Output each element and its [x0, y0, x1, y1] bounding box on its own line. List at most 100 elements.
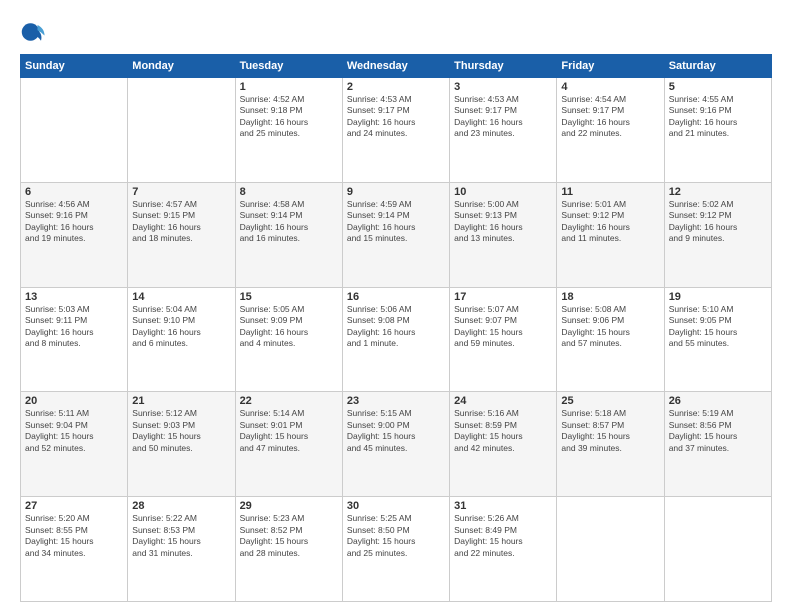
day-detail: Sunrise: 4:52 AM Sunset: 9:18 PM Dayligh… — [240, 94, 338, 140]
day-detail: Sunrise: 4:53 AM Sunset: 9:17 PM Dayligh… — [347, 94, 445, 140]
calendar-page: SundayMondayTuesdayWednesdayThursdayFrid… — [0, 0, 792, 612]
calendar-cell: 21Sunrise: 5:12 AM Sunset: 9:03 PM Dayli… — [128, 392, 235, 497]
calendar-cell: 28Sunrise: 5:22 AM Sunset: 8:53 PM Dayli… — [128, 497, 235, 602]
calendar-week-3: 13Sunrise: 5:03 AM Sunset: 9:11 PM Dayli… — [21, 287, 772, 392]
day-detail: Sunrise: 5:03 AM Sunset: 9:11 PM Dayligh… — [25, 304, 123, 350]
day-number: 22 — [240, 395, 338, 407]
day-detail: Sunrise: 5:11 AM Sunset: 9:04 PM Dayligh… — [25, 408, 123, 454]
calendar-cell: 25Sunrise: 5:18 AM Sunset: 8:57 PM Dayli… — [557, 392, 664, 497]
day-number: 14 — [132, 291, 230, 303]
calendar-cell: 22Sunrise: 5:14 AM Sunset: 9:01 PM Dayli… — [235, 392, 342, 497]
day-detail: Sunrise: 5:16 AM Sunset: 8:59 PM Dayligh… — [454, 408, 552, 454]
weekday-header-tuesday: Tuesday — [235, 55, 342, 78]
calendar-table: SundayMondayTuesdayWednesdayThursdayFrid… — [20, 54, 772, 602]
day-number: 18 — [561, 291, 659, 303]
day-detail: Sunrise: 5:12 AM Sunset: 9:03 PM Dayligh… — [132, 408, 230, 454]
day-number: 26 — [669, 395, 767, 407]
calendar-cell: 6Sunrise: 4:56 AM Sunset: 9:16 PM Daylig… — [21, 182, 128, 287]
calendar-cell: 24Sunrise: 5:16 AM Sunset: 8:59 PM Dayli… — [450, 392, 557, 497]
calendar-cell: 26Sunrise: 5:19 AM Sunset: 8:56 PM Dayli… — [664, 392, 771, 497]
day-number: 6 — [25, 186, 123, 198]
calendar-cell: 17Sunrise: 5:07 AM Sunset: 9:07 PM Dayli… — [450, 287, 557, 392]
calendar-cell: 9Sunrise: 4:59 AM Sunset: 9:14 PM Daylig… — [342, 182, 449, 287]
calendar-cell: 30Sunrise: 5:25 AM Sunset: 8:50 PM Dayli… — [342, 497, 449, 602]
calendar-cell: 13Sunrise: 5:03 AM Sunset: 9:11 PM Dayli… — [21, 287, 128, 392]
calendar-cell: 8Sunrise: 4:58 AM Sunset: 9:14 PM Daylig… — [235, 182, 342, 287]
calendar-cell: 11Sunrise: 5:01 AM Sunset: 9:12 PM Dayli… — [557, 182, 664, 287]
day-number: 2 — [347, 81, 445, 93]
day-detail: Sunrise: 5:02 AM Sunset: 9:12 PM Dayligh… — [669, 199, 767, 245]
day-detail: Sunrise: 5:10 AM Sunset: 9:05 PM Dayligh… — [669, 304, 767, 350]
day-detail: Sunrise: 5:22 AM Sunset: 8:53 PM Dayligh… — [132, 513, 230, 559]
calendar-cell: 12Sunrise: 5:02 AM Sunset: 9:12 PM Dayli… — [664, 182, 771, 287]
calendar-cell: 19Sunrise: 5:10 AM Sunset: 9:05 PM Dayli… — [664, 287, 771, 392]
weekday-header-monday: Monday — [128, 55, 235, 78]
day-number: 4 — [561, 81, 659, 93]
day-number: 12 — [669, 186, 767, 198]
calendar-week-1: 1Sunrise: 4:52 AM Sunset: 9:18 PM Daylig… — [21, 78, 772, 183]
calendar-week-2: 6Sunrise: 4:56 AM Sunset: 9:16 PM Daylig… — [21, 182, 772, 287]
calendar-cell — [21, 78, 128, 183]
calendar-cell: 5Sunrise: 4:55 AM Sunset: 9:16 PM Daylig… — [664, 78, 771, 183]
calendar-week-5: 27Sunrise: 5:20 AM Sunset: 8:55 PM Dayli… — [21, 497, 772, 602]
day-number: 25 — [561, 395, 659, 407]
calendar-cell — [557, 497, 664, 602]
day-number: 11 — [561, 186, 659, 198]
day-detail: Sunrise: 5:20 AM Sunset: 8:55 PM Dayligh… — [25, 513, 123, 559]
calendar-cell: 16Sunrise: 5:06 AM Sunset: 9:08 PM Dayli… — [342, 287, 449, 392]
day-number: 19 — [669, 291, 767, 303]
day-number: 21 — [132, 395, 230, 407]
day-detail: Sunrise: 5:06 AM Sunset: 9:08 PM Dayligh… — [347, 304, 445, 350]
day-number: 17 — [454, 291, 552, 303]
weekday-header-friday: Friday — [557, 55, 664, 78]
day-detail: Sunrise: 4:58 AM Sunset: 9:14 PM Dayligh… — [240, 199, 338, 245]
day-number: 10 — [454, 186, 552, 198]
calendar-cell: 1Sunrise: 4:52 AM Sunset: 9:18 PM Daylig… — [235, 78, 342, 183]
day-detail: Sunrise: 5:15 AM Sunset: 9:00 PM Dayligh… — [347, 408, 445, 454]
calendar-cell: 31Sunrise: 5:26 AM Sunset: 8:49 PM Dayli… — [450, 497, 557, 602]
calendar-cell: 27Sunrise: 5:20 AM Sunset: 8:55 PM Dayli… — [21, 497, 128, 602]
day-number: 23 — [347, 395, 445, 407]
calendar-cell: 4Sunrise: 4:54 AM Sunset: 9:17 PM Daylig… — [557, 78, 664, 183]
day-number: 29 — [240, 500, 338, 512]
weekday-header-saturday: Saturday — [664, 55, 771, 78]
day-detail: Sunrise: 5:25 AM Sunset: 8:50 PM Dayligh… — [347, 513, 445, 559]
weekday-header-sunday: Sunday — [21, 55, 128, 78]
calendar-cell: 2Sunrise: 4:53 AM Sunset: 9:17 PM Daylig… — [342, 78, 449, 183]
calendar-cell: 18Sunrise: 5:08 AM Sunset: 9:06 PM Dayli… — [557, 287, 664, 392]
header — [20, 18, 772, 46]
calendar-cell — [128, 78, 235, 183]
day-detail: Sunrise: 5:04 AM Sunset: 9:10 PM Dayligh… — [132, 304, 230, 350]
day-detail: Sunrise: 4:57 AM Sunset: 9:15 PM Dayligh… — [132, 199, 230, 245]
day-detail: Sunrise: 5:19 AM Sunset: 8:56 PM Dayligh… — [669, 408, 767, 454]
day-detail: Sunrise: 5:23 AM Sunset: 8:52 PM Dayligh… — [240, 513, 338, 559]
day-detail: Sunrise: 4:59 AM Sunset: 9:14 PM Dayligh… — [347, 199, 445, 245]
calendar-week-4: 20Sunrise: 5:11 AM Sunset: 9:04 PM Dayli… — [21, 392, 772, 497]
day-number: 1 — [240, 81, 338, 93]
day-detail: Sunrise: 4:55 AM Sunset: 9:16 PM Dayligh… — [669, 94, 767, 140]
day-number: 31 — [454, 500, 552, 512]
logo — [20, 18, 52, 46]
day-detail: Sunrise: 5:07 AM Sunset: 9:07 PM Dayligh… — [454, 304, 552, 350]
calendar-cell: 14Sunrise: 5:04 AM Sunset: 9:10 PM Dayli… — [128, 287, 235, 392]
calendar-cell: 3Sunrise: 4:53 AM Sunset: 9:17 PM Daylig… — [450, 78, 557, 183]
calendar-cell: 15Sunrise: 5:05 AM Sunset: 9:09 PM Dayli… — [235, 287, 342, 392]
day-number: 28 — [132, 500, 230, 512]
calendar-cell: 23Sunrise: 5:15 AM Sunset: 9:00 PM Dayli… — [342, 392, 449, 497]
day-detail: Sunrise: 5:05 AM Sunset: 9:09 PM Dayligh… — [240, 304, 338, 350]
day-detail: Sunrise: 5:01 AM Sunset: 9:12 PM Dayligh… — [561, 199, 659, 245]
day-number: 30 — [347, 500, 445, 512]
calendar-cell: 7Sunrise: 4:57 AM Sunset: 9:15 PM Daylig… — [128, 182, 235, 287]
calendar-cell: 20Sunrise: 5:11 AM Sunset: 9:04 PM Dayli… — [21, 392, 128, 497]
day-detail: Sunrise: 4:53 AM Sunset: 9:17 PM Dayligh… — [454, 94, 552, 140]
calendar-cell: 10Sunrise: 5:00 AM Sunset: 9:13 PM Dayli… — [450, 182, 557, 287]
day-detail: Sunrise: 5:14 AM Sunset: 9:01 PM Dayligh… — [240, 408, 338, 454]
day-number: 9 — [347, 186, 445, 198]
calendar-cell — [664, 497, 771, 602]
day-number: 8 — [240, 186, 338, 198]
day-detail: Sunrise: 5:18 AM Sunset: 8:57 PM Dayligh… — [561, 408, 659, 454]
weekday-header-row: SundayMondayTuesdayWednesdayThursdayFrid… — [21, 55, 772, 78]
day-number: 27 — [25, 500, 123, 512]
weekday-header-thursday: Thursday — [450, 55, 557, 78]
day-detail: Sunrise: 4:56 AM Sunset: 9:16 PM Dayligh… — [25, 199, 123, 245]
